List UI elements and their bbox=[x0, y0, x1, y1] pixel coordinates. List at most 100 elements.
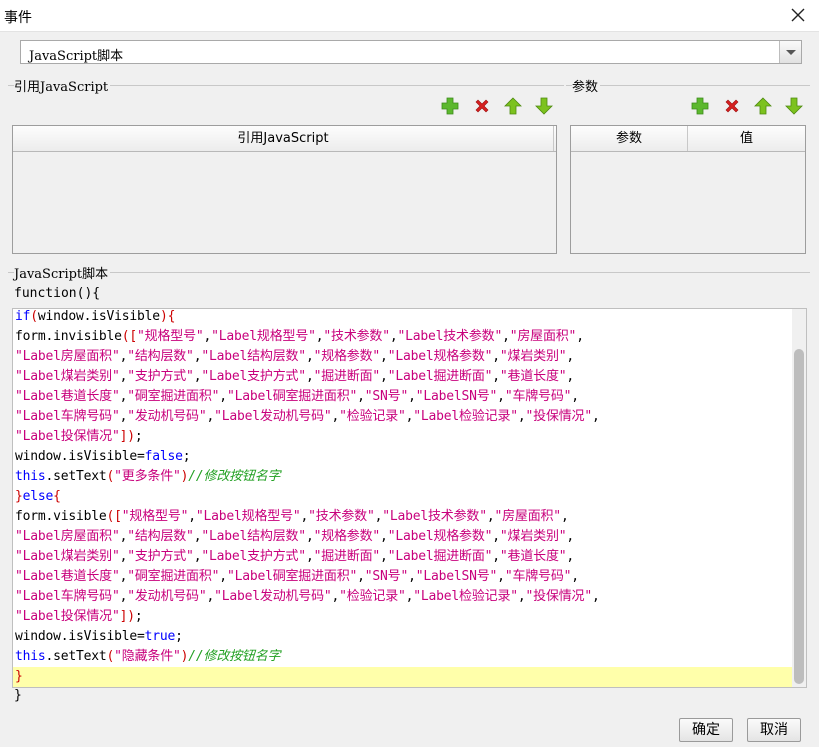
param-table-header: 参数 值 bbox=[571, 126, 805, 152]
code-line[interactable]: "Label房屋面积","结构层数","Label结构层数","规格参数","L… bbox=[15, 527, 574, 547]
code-token: "LabelSN号" bbox=[415, 569, 498, 584]
code-token: "Label巷道长度" bbox=[15, 389, 120, 404]
code-token: , bbox=[497, 569, 505, 584]
param-column-header[interactable]: 参数 bbox=[571, 126, 688, 151]
code-token: else bbox=[22, 489, 54, 504]
editor-scrollbar[interactable] bbox=[792, 309, 806, 687]
code-token: , bbox=[566, 349, 575, 364]
code-token: "Label技术参数" bbox=[397, 329, 503, 344]
script-section-label: JavaScript脚本 bbox=[14, 263, 111, 282]
code-token: "Label规格参数" bbox=[387, 349, 493, 364]
code-token: , bbox=[300, 509, 309, 524]
code-token: , bbox=[380, 349, 388, 364]
code-token: "Label检验记录" bbox=[413, 409, 518, 424]
code-token: "Label煤岩类别" bbox=[15, 369, 120, 384]
ref-js-column-header[interactable]: 引用JavaScript bbox=[13, 126, 554, 151]
code-token: ]) bbox=[119, 609, 135, 624]
code-token: "检验记录" bbox=[339, 589, 406, 604]
code-line[interactable]: "Label投保情况"]); bbox=[15, 427, 143, 447]
code-line[interactable]: "Label车牌号码","发动机号码","Label发动机号码","检验记录",… bbox=[15, 587, 600, 607]
code-line[interactable]: form.visible(["规格型号","Label规格型号","技术参数",… bbox=[15, 507, 569, 527]
code-token: "煤岩类别" bbox=[499, 529, 567, 544]
code-token: "车牌号码" bbox=[504, 569, 572, 584]
code-line[interactable]: window.isVisible=true; bbox=[15, 627, 183, 647]
code-line[interactable]: this.setText("更多条件")//修改按钮名字 bbox=[15, 467, 281, 487]
code-token: "规格参数" bbox=[313, 529, 381, 544]
code-token: , bbox=[380, 549, 388, 564]
code-line[interactable]: } bbox=[15, 667, 23, 687]
code-token: , bbox=[357, 569, 365, 584]
delete-icon[interactable] bbox=[722, 96, 742, 116]
code-token: "结构层数" bbox=[127, 349, 194, 364]
code-token: , bbox=[305, 369, 314, 384]
delete-icon[interactable] bbox=[472, 96, 492, 116]
code-token: "Label房屋面积" bbox=[15, 529, 120, 544]
code-header: function(){ bbox=[14, 286, 101, 301]
code-editor[interactable]: if(window.isVisible){form.invisible(["规格… bbox=[12, 308, 807, 688]
dropdown-arrow-icon[interactable] bbox=[779, 41, 801, 63]
code-line[interactable]: "Label房屋面积","结构层数","Label结构层数","规格参数","L… bbox=[15, 347, 574, 367]
code-token: if bbox=[15, 309, 31, 324]
code-token: "Label支护方式" bbox=[201, 549, 306, 564]
code-token: "LabelSN号" bbox=[415, 389, 498, 404]
code-line[interactable]: form.invisible(["规格型号","Label规格型号","技术参数… bbox=[15, 327, 584, 347]
code-token: , bbox=[571, 569, 579, 584]
ref-section-label: 引用JavaScript bbox=[14, 76, 111, 95]
code-token: this bbox=[15, 649, 46, 664]
code-token: , bbox=[188, 509, 196, 524]
code-line[interactable]: "Label投保情况"]); bbox=[15, 607, 143, 627]
code-token: "煤岩类别" bbox=[499, 349, 567, 364]
move-down-icon[interactable] bbox=[534, 96, 554, 116]
code-token: , bbox=[408, 389, 416, 404]
move-up-icon[interactable] bbox=[503, 96, 523, 116]
code-token: "规格参数" bbox=[313, 349, 381, 364]
code-token: , bbox=[566, 549, 575, 564]
cancel-button[interactable]: 取消 bbox=[747, 718, 801, 742]
event-type-select[interactable]: JavaScript脚本 bbox=[20, 40, 802, 64]
code-token: "Label规格型号" bbox=[195, 509, 301, 524]
code-token: "掘进断面" bbox=[313, 549, 381, 564]
code-line[interactable]: "Label煤岩类别","支护方式","Label支护方式","掘进断面","L… bbox=[15, 547, 574, 567]
scrollbar-thumb[interactable] bbox=[794, 349, 804, 684]
code-token: , bbox=[408, 569, 416, 584]
code-token: "Label硐室掘进面积" bbox=[226, 569, 358, 584]
code-line[interactable]: }else{ bbox=[15, 487, 61, 507]
code-token: "投保情况" bbox=[525, 589, 593, 604]
add-icon[interactable] bbox=[440, 96, 460, 116]
code-line[interactable]: "Label煤岩类别","支护方式","Label支护方式","掘进断面","L… bbox=[15, 367, 574, 387]
code-token: window.isVisible bbox=[37, 309, 160, 324]
param-table[interactable]: 参数 值 bbox=[570, 125, 806, 254]
window-title: 事件 bbox=[4, 10, 32, 26]
code-token: "投保情况" bbox=[525, 409, 593, 424]
code-line[interactable]: "Label巷道长度","硐室掘进面积","Label硐室掘进面积","SN号"… bbox=[15, 387, 579, 407]
move-down-icon[interactable] bbox=[784, 96, 804, 116]
code-token: "支护方式" bbox=[127, 549, 194, 564]
code-token: "技术参数" bbox=[323, 329, 390, 344]
move-up-icon[interactable] bbox=[753, 96, 773, 116]
code-token: , bbox=[492, 349, 500, 364]
close-icon[interactable] bbox=[789, 6, 807, 24]
code-token: "Label掘进断面" bbox=[387, 369, 493, 384]
code-token: "Label支护方式" bbox=[201, 369, 306, 384]
code-line[interactable]: window.isVisible=false; bbox=[15, 447, 191, 467]
ref-js-table-header: 引用JavaScript bbox=[13, 126, 556, 152]
code-token: { bbox=[53, 489, 61, 504]
code-token: "掘进断面" bbox=[313, 369, 381, 384]
code-line[interactable]: "Label车牌号码","发动机号码","Label发动机号码","检验记录",… bbox=[15, 407, 600, 427]
code-token: "Label车牌号码" bbox=[15, 589, 120, 604]
code-token: "支护方式" bbox=[127, 369, 194, 384]
ref-js-table[interactable]: 引用JavaScript bbox=[12, 125, 557, 254]
code-line[interactable]: "Label巷道长度","硐室掘进面积","Label硐室掘进面积","SN号"… bbox=[15, 567, 579, 587]
code-token: "Label发动机号码" bbox=[214, 409, 332, 424]
code-token: "Label规格参数" bbox=[387, 529, 493, 544]
value-column-header[interactable]: 值 bbox=[688, 126, 805, 151]
code-token: , bbox=[591, 589, 600, 604]
code-token: form.invisible bbox=[15, 329, 122, 344]
code-token: , bbox=[576, 329, 584, 344]
code-line[interactable]: this.setText("隐藏条件")//修改按钮名字 bbox=[15, 647, 281, 667]
ok-button[interactable]: 确定 bbox=[679, 718, 733, 742]
code-token: , bbox=[591, 409, 600, 424]
add-icon[interactable] bbox=[690, 96, 710, 116]
code-token: , bbox=[566, 529, 575, 544]
code-line[interactable]: if(window.isVisible){ bbox=[15, 309, 175, 327]
